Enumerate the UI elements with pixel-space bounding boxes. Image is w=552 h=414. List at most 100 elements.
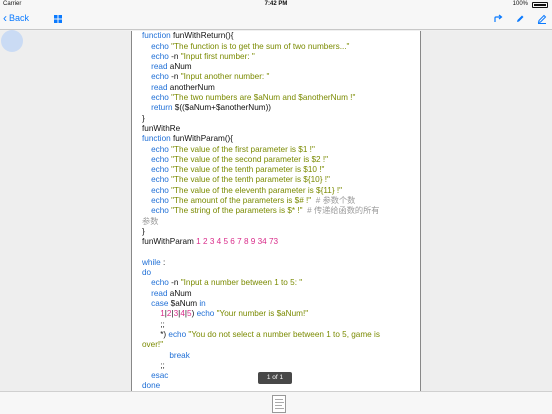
code-line: read anotherNum	[142, 83, 414, 93]
code-token: }	[142, 226, 145, 236]
code-line: echo -n "Input a number between 1 to 5: …	[142, 278, 414, 288]
code-token: read	[151, 82, 168, 92]
code-line: case $aNum in	[142, 299, 414, 309]
code-line: do	[142, 268, 414, 278]
code-token: over!"	[142, 340, 164, 350]
code-token: function	[142, 134, 171, 144]
code-token: do	[142, 268, 152, 278]
page-thumbnail[interactable]	[272, 395, 286, 413]
thumbnail-bar	[0, 391, 552, 414]
code-token: -n	[168, 278, 181, 288]
code-line: echo -n "Input another number: "	[142, 72, 414, 82]
code-token: funWithParam	[142, 237, 197, 247]
code-token: "Your number is $aNum!"	[214, 309, 309, 319]
code-token: funWithReturn(){	[170, 31, 234, 41]
code-line: read aNum	[142, 289, 414, 299]
code-token: esac	[151, 371, 169, 381]
code-token: 1 2 3 4 5 6 7 8 9 34 73	[196, 237, 279, 247]
code-token: "The two numbers are $aNum and $anotherN…	[168, 93, 356, 103]
code-line: 参数	[142, 217, 414, 227]
code-line: }	[142, 227, 414, 237]
code-line: over!"	[142, 340, 414, 350]
code-token: funWithParam(){	[170, 134, 234, 144]
code-token: echo	[151, 185, 169, 195]
code-token: $aNum	[168, 299, 200, 309]
code-token: "The value of the second parameter is $2…	[168, 154, 329, 164]
code-token: echo	[168, 329, 187, 339]
code-token: echo	[151, 165, 169, 175]
code-token: aNum	[167, 288, 192, 298]
code-token: }	[142, 113, 145, 123]
code-token: ;;	[142, 319, 165, 329]
code-token: echo	[151, 51, 169, 61]
status-time: 7:42 PM	[264, 1, 288, 7]
code-token: aNum	[167, 62, 192, 72]
status-bar: Carrier 7:42 PM 100%	[0, 0, 552, 10]
code-token: echo	[151, 278, 169, 288]
chevron-left-icon: ‹	[3, 11, 7, 25]
document-viewer[interactable]: echo $aaa;function funWithReturn(){ echo…	[0, 31, 552, 391]
code-line: funWithRe	[142, 124, 414, 134]
code-token: ;;	[142, 360, 165, 370]
code-token: "Input another number: "	[180, 72, 270, 82]
code-line: echo "The value of the second parameter …	[142, 155, 414, 165]
code-token: echo	[151, 175, 169, 185]
document-page[interactable]: echo $aaa;function funWithReturn(){ echo…	[131, 31, 421, 391]
annotate-pen-icon[interactable]	[536, 13, 548, 25]
code-line: break	[142, 351, 414, 361]
code-line: echo "The string of the parameters is $*…	[142, 206, 414, 216]
code-line: echo "The value of the eleventh paramete…	[142, 186, 414, 196]
code-token: $(($aNum+$anotherNum))	[172, 103, 272, 113]
grid-view-icon[interactable]	[52, 13, 64, 25]
code-token: function	[142, 31, 171, 41]
code-line: ;;	[142, 320, 414, 330]
edit-pencil-icon[interactable]	[514, 13, 526, 25]
code-token: echo	[151, 154, 169, 164]
code-token: "You do not select a number between 1 to…	[186, 329, 380, 339]
code-line: return $(($aNum+$anotherNum))	[142, 103, 414, 113]
code-line: echo -n "Input first number: "	[142, 52, 414, 62]
code-token: "The value of the first parameter is $1 …	[168, 144, 315, 154]
code-token: "The value of the tenth parameter is ${1…	[168, 175, 330, 185]
code-line: }	[142, 114, 414, 124]
code-line: 1|2|3|4|5) echo "Your number is $aNum!"	[142, 309, 414, 319]
code-token: -n	[168, 72, 181, 82]
code-line: function funWithParam(){	[142, 134, 414, 144]
code-token: echo	[151, 41, 169, 51]
code-token: echo	[151, 206, 169, 216]
code-block: echo $aaa;function funWithReturn(){ echo…	[142, 31, 414, 391]
back-button[interactable]: ‹ Back	[3, 12, 29, 24]
code-token: echo	[151, 196, 169, 206]
code-line: echo "The function is to get the sum of …	[142, 42, 414, 52]
code-token: :	[160, 257, 166, 267]
code-line: read aNum	[142, 62, 414, 72]
code-token: *)	[142, 329, 169, 339]
page-indicator: 1 of 1	[258, 372, 292, 384]
battery-percent: 100%	[512, 1, 528, 7]
battery-icon	[532, 2, 548, 8]
code-line: echo "The value of the tenth parameter i…	[142, 165, 414, 175]
share-icon[interactable]	[492, 13, 504, 25]
code-line: echo "The amount of the parameters is $#…	[142, 196, 414, 206]
assistive-touch-button[interactable]	[1, 30, 23, 52]
code-token: echo	[151, 144, 169, 154]
code-line: echo "The value of the first parameter i…	[142, 145, 414, 155]
code-line: function funWithReturn(){	[142, 31, 414, 41]
code-token: "The amount of the parameters is $# !"	[168, 196, 312, 206]
code-token: "The value of the eleventh parameter is …	[168, 185, 343, 195]
